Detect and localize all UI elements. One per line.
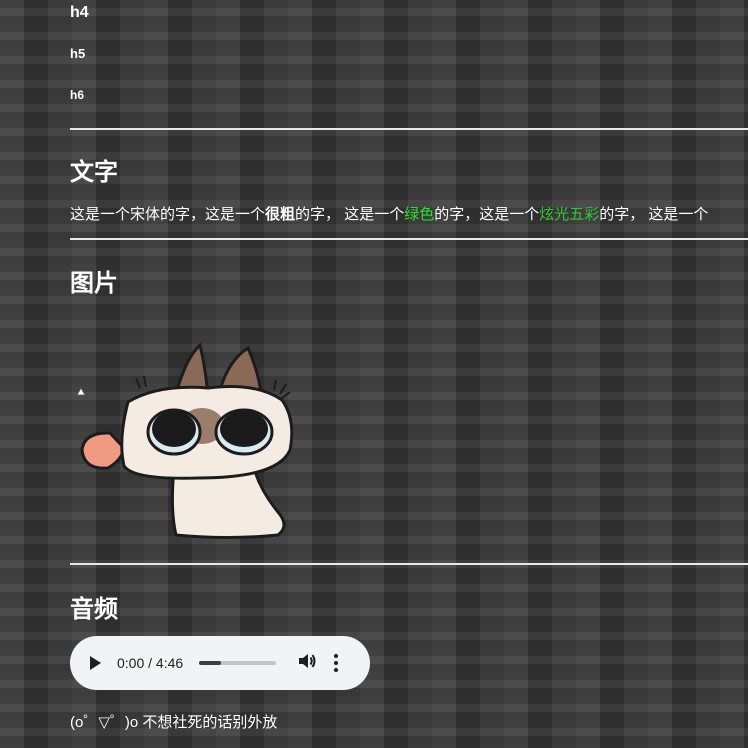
audio-player[interactable]: 0:00 / 4:46 <box>70 636 370 690</box>
divider <box>70 128 748 130</box>
text-part-3: 的字，这是一个 <box>434 206 540 223</box>
audio-caption: (o゜▽゜)o 不想社死的话别外放 <box>70 714 278 731</box>
audio-time: 0:00 / 4:46 <box>117 655 184 671</box>
heading-h5: h5 <box>70 46 86 61</box>
heading-h4: h4 <box>70 4 89 21</box>
bold-text: 很粗 <box>265 206 296 223</box>
image-section-title: 图片 <box>70 270 118 297</box>
audio-progress-track[interactable] <box>199 661 277 665</box>
heading-h6: h6 <box>70 88 85 102</box>
audio-progress-fill <box>199 661 221 665</box>
cat-image <box>80 342 294 539</box>
play-icon[interactable] <box>90 656 101 670</box>
text-part-1: 这是一个宋体的字，这是一个 <box>70 206 266 223</box>
more-icon[interactable] <box>334 654 339 672</box>
audio-section-title: 音频 <box>70 596 118 623</box>
divider <box>70 238 748 240</box>
sample-text-line: 这是一个宋体的字，这是一个很粗的字， 这是一个绿色的字，这是一个炫光五彩的字， … <box>70 203 708 224</box>
rainbow-text: 炫光五彩 <box>539 206 600 223</box>
divider <box>70 563 748 565</box>
text-part-2: 的字， 这是一个 <box>295 206 405 223</box>
volume-icon[interactable] <box>298 653 316 674</box>
green-text: 绿色 <box>404 206 435 223</box>
text-section-title: 文字 <box>70 159 118 186</box>
text-part-4: 的字， 这是一个 <box>599 206 709 223</box>
